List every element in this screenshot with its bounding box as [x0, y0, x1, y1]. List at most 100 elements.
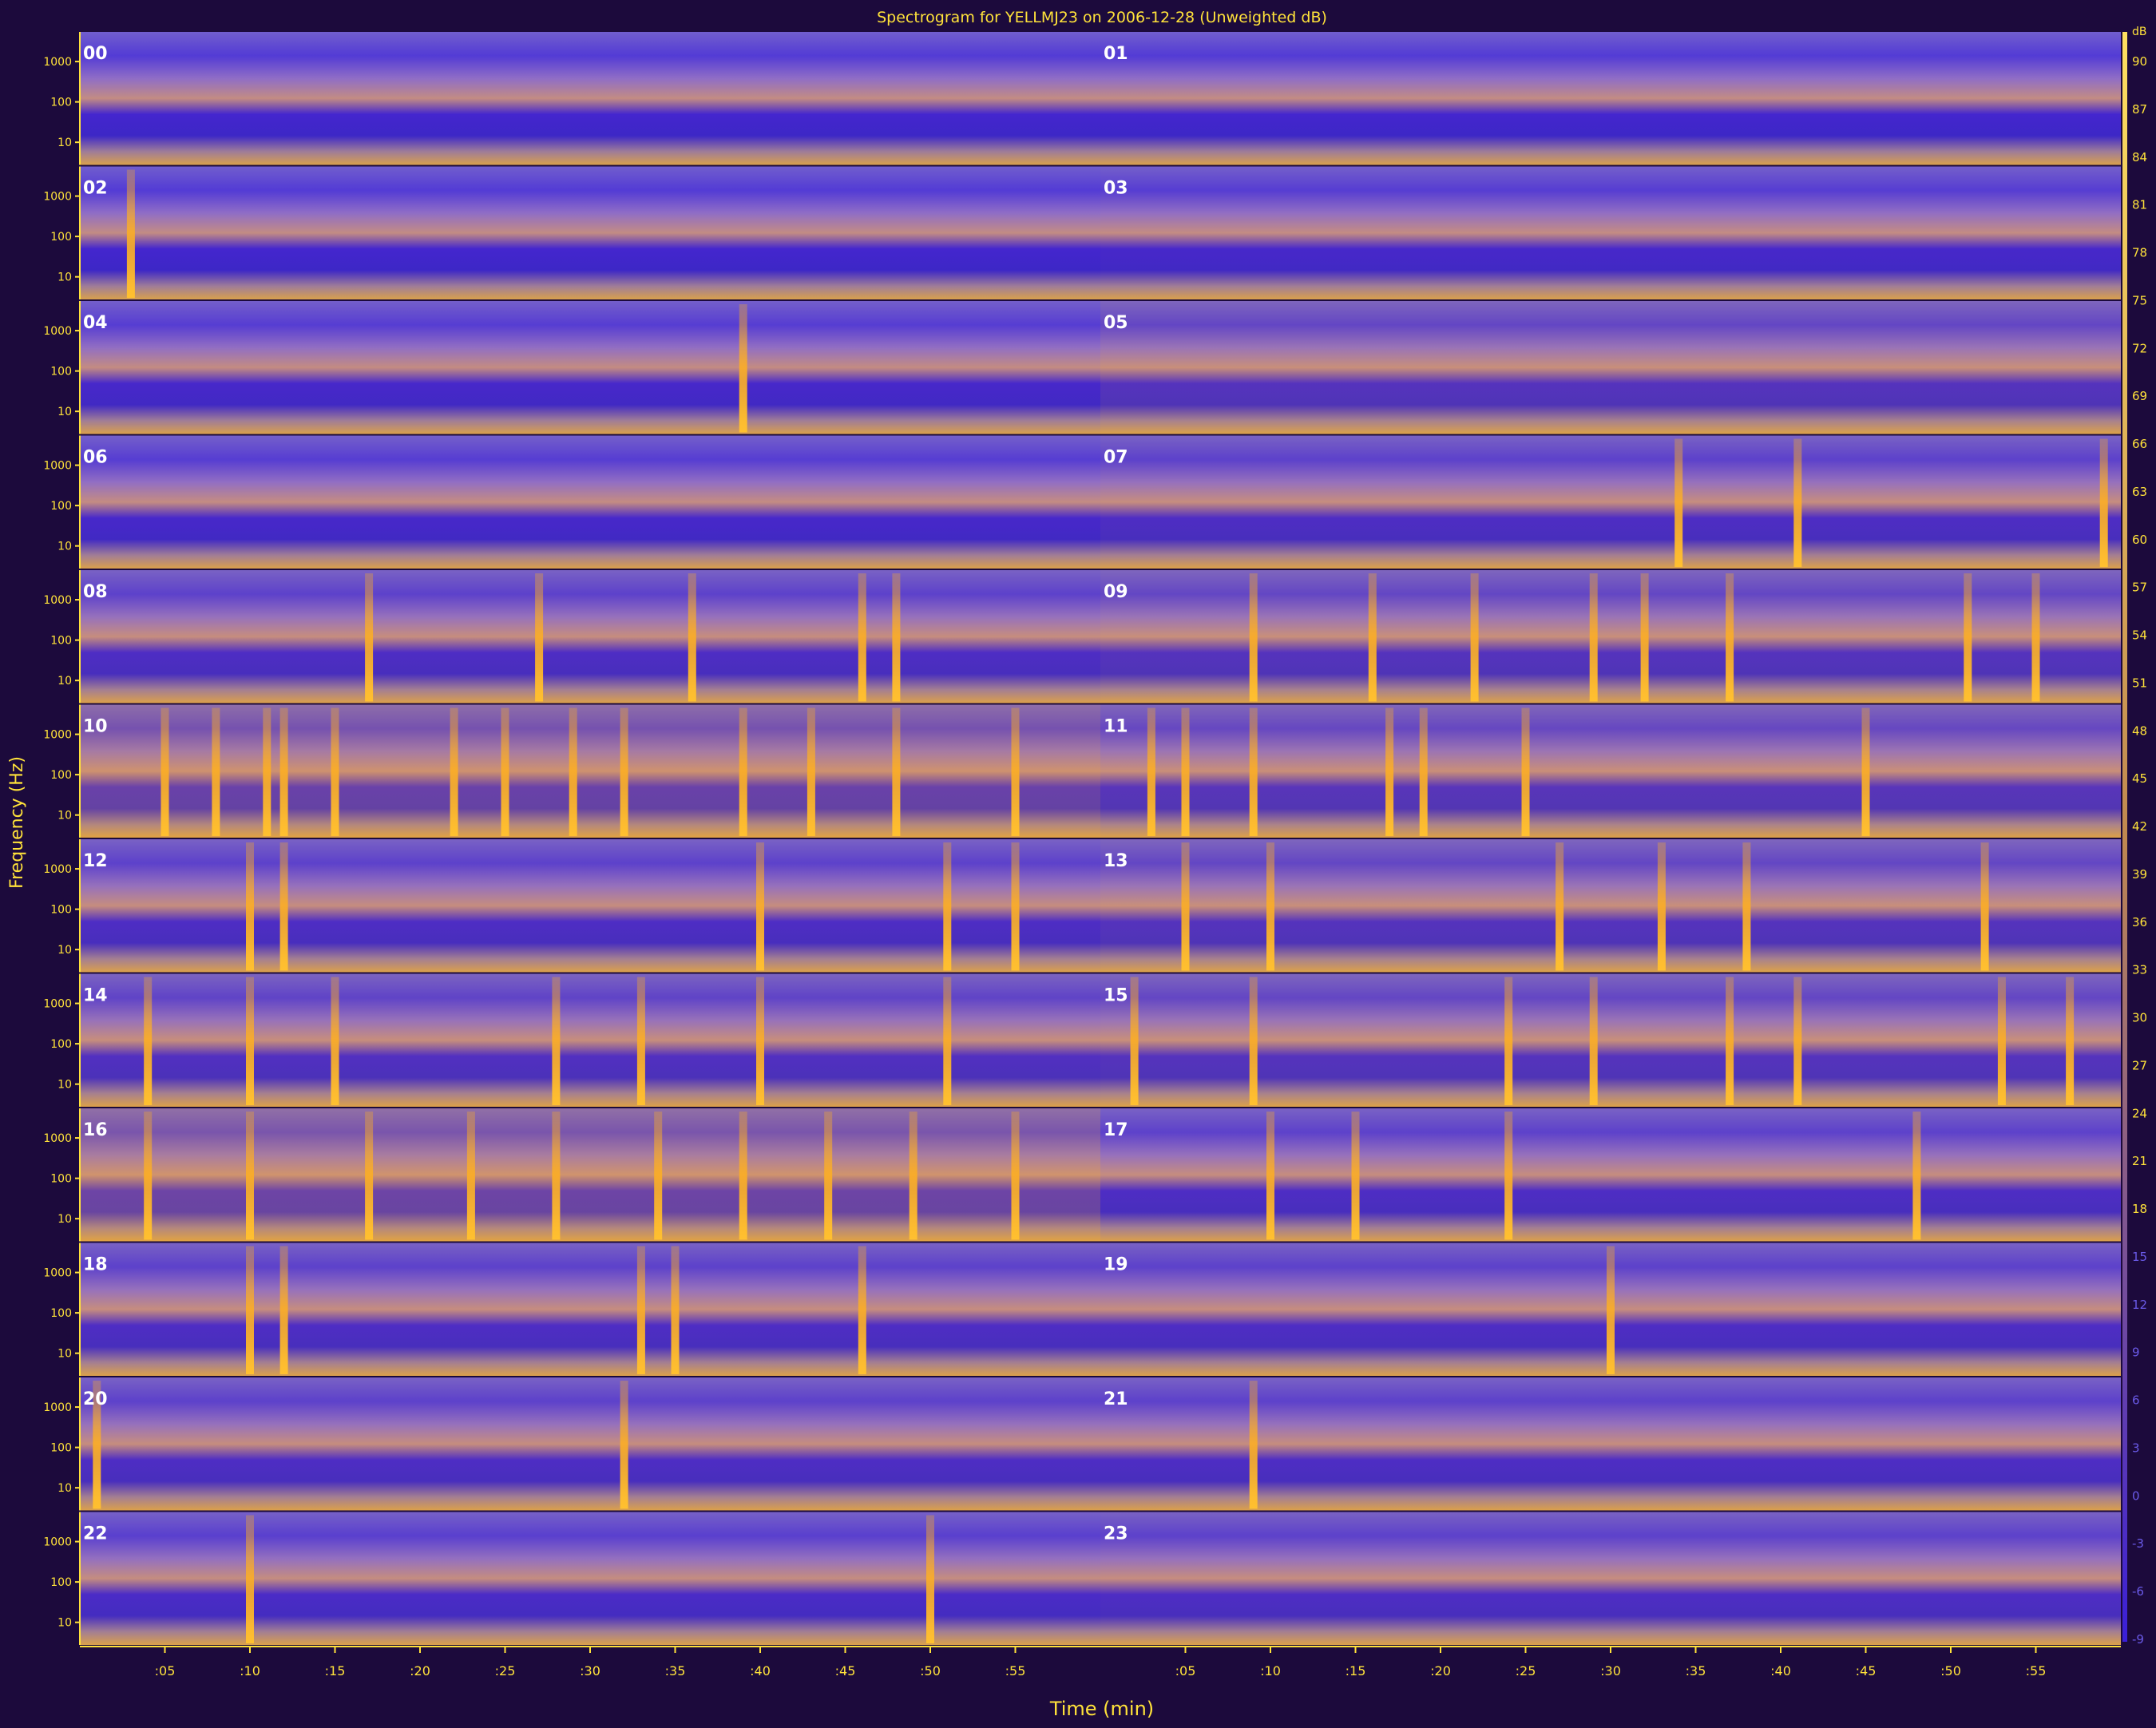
sound-event — [1793, 438, 1802, 567]
color-scale: dB90878481787572696663605754514845423936… — [2122, 26, 2147, 1647]
x-tick-label: :55 — [2026, 1663, 2047, 1678]
colorbar-tick-label: 15 — [2132, 1250, 2147, 1264]
activity-overlay — [80, 32, 1100, 165]
sound-event — [1861, 707, 1870, 836]
sound-event — [2031, 573, 2040, 702]
frequency-axis: 1000 100 10 — [43, 435, 81, 569]
frequency-axis: 1000 100 10 — [43, 1242, 81, 1376]
activity-overlay — [80, 1377, 1100, 1511]
colorbar-tick-label: 12 — [2132, 1298, 2147, 1312]
activity-overlay — [80, 301, 1100, 434]
x-axis-label: Time (min) — [1049, 1698, 1154, 1720]
y-tick-label: 10 — [57, 1482, 72, 1495]
sound-event — [1181, 842, 1190, 971]
x-tick-label: :45 — [1856, 1663, 1877, 1678]
hour-label: 21 — [1104, 1389, 1128, 1409]
spectrogram-row: 06 07 — [80, 435, 2121, 569]
sound-event — [943, 977, 952, 1105]
hour-label: 15 — [1104, 986, 1128, 1006]
colorbar-tick-label: 51 — [2132, 676, 2147, 690]
y-tick-label: 1000 — [43, 594, 72, 607]
hour-label: 14 — [83, 986, 108, 1006]
sound-event — [620, 1381, 628, 1509]
colorbar-tick-label: 60 — [2132, 533, 2147, 547]
colorbar-tick-label: 87 — [2132, 102, 2147, 117]
y-tick-label: 10 — [57, 944, 72, 957]
colorbar-tick-label: 54 — [2132, 628, 2147, 643]
hour-label: 04 — [83, 313, 108, 333]
sound-event — [1266, 1112, 1274, 1240]
sound-event — [1011, 707, 1020, 836]
sound-event — [1607, 1246, 1615, 1374]
x-tick-label: :45 — [835, 1663, 856, 1678]
sound-event — [756, 842, 764, 971]
x-tick-label: :15 — [1346, 1663, 1366, 1678]
hour-label: 20 — [83, 1389, 108, 1409]
activity-overlay — [80, 704, 1100, 838]
y-tick-label: 1000 — [43, 1267, 72, 1280]
sound-event — [1385, 707, 1394, 836]
spectrogram-row: 08 09 — [80, 570, 2121, 703]
sound-event — [1521, 707, 1530, 836]
x-tick-label: :20 — [410, 1663, 430, 1678]
spectrogram-row: 20 21 — [80, 1377, 2121, 1511]
colorbar-tick-label: 66 — [2132, 437, 2147, 451]
sound-event — [1964, 573, 1972, 702]
hour-label: 23 — [1104, 1524, 1128, 1544]
colorbar-tick-label: 63 — [2132, 485, 2147, 499]
sound-event — [824, 1112, 833, 1240]
colorbar-tick-label: 48 — [2132, 723, 2147, 738]
y-axis-label: Frequency (Hz) — [7, 756, 27, 889]
activity-overlay — [80, 570, 1100, 703]
colorbar-tick-label: 9 — [2132, 1346, 2140, 1360]
spectrogram-row: 10 11 — [80, 704, 2121, 838]
sound-event — [126, 169, 135, 298]
sound-event — [144, 1112, 153, 1240]
sound-event — [1657, 842, 1666, 971]
x-tick-label: :50 — [1940, 1663, 1961, 1678]
x-tick-label: :15 — [325, 1663, 346, 1678]
y-tick-label: 1000 — [43, 729, 72, 742]
sound-event — [1997, 977, 2006, 1105]
colorbar-tick-label: 72 — [2132, 341, 2147, 355]
y-tick-label: 10 — [57, 137, 72, 149]
hour-label: 18 — [83, 1255, 108, 1275]
sound-event — [858, 1246, 866, 1374]
sound-event — [756, 977, 764, 1105]
colorbar-tick-label: -3 — [2132, 1536, 2144, 1551]
y-tick-label: 10 — [57, 1617, 72, 1630]
sound-event — [1368, 573, 1377, 702]
y-tick-label: 10 — [57, 541, 72, 553]
activity-overlay — [80, 1242, 1100, 1376]
sound-event — [1351, 1112, 1360, 1240]
sound-event — [807, 707, 815, 836]
spectrogram-row: 00 01 — [80, 32, 2121, 165]
sound-event — [943, 842, 952, 971]
y-tick-label: 100 — [50, 231, 72, 244]
colorbar-tick-label: 39 — [2132, 867, 2147, 882]
sound-event — [161, 707, 169, 836]
x-tick-label: :40 — [1770, 1663, 1791, 1678]
frequency-axis: 1000 100 10 — [43, 1377, 81, 1511]
sound-event — [263, 707, 271, 836]
y-tick-label: 100 — [50, 1307, 72, 1320]
y-tick-label: 10 — [57, 271, 72, 284]
sound-event — [1589, 977, 1598, 1105]
sound-event — [2066, 977, 2075, 1105]
hour-label: 13 — [1104, 851, 1128, 871]
hour-label: 06 — [83, 448, 108, 468]
frequency-axis: 1000 100 10 — [43, 32, 81, 165]
activity-overlay — [80, 166, 1100, 299]
sound-event — [1980, 842, 1989, 971]
y-tick-label: 1000 — [43, 191, 72, 204]
sound-event — [636, 977, 645, 1105]
y-tick-label: 100 — [50, 97, 72, 109]
y-tick-label: 1000 — [43, 1401, 72, 1414]
hour-label: 19 — [1104, 1255, 1128, 1275]
spectrogram-rows: 00 0102 0304 0506 0708 0910 1112 1314 1516 1718 19… — [80, 32, 2121, 1645]
hour-label: 16 — [83, 1120, 108, 1140]
colorbar-tick-label: 24 — [2132, 1106, 2147, 1120]
sound-event — [1726, 573, 1734, 702]
hour-label: 01 — [1104, 44, 1128, 64]
spectrogram-row: 02 03 — [80, 166, 2121, 299]
